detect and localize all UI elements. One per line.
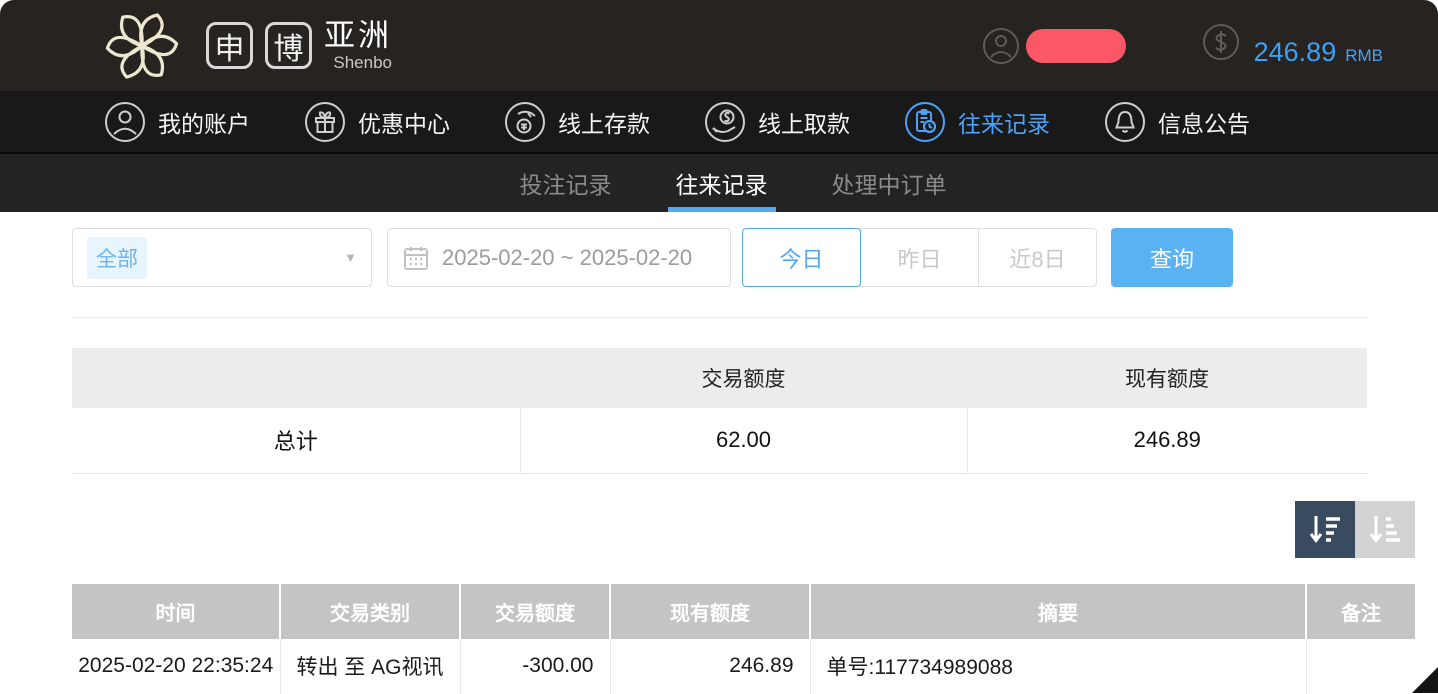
corner-resize-mark (1412, 667, 1438, 693)
type-select[interactable]: 全部 (72, 228, 372, 287)
table-row: 2025-02-20 22:35:24 转出 至 AG视讯 -300.00 24… (72, 639, 1415, 694)
records-header-amount: 交易额度 (460, 584, 610, 639)
date-range-value: 2025-02-20 ~ 2025-02-20 (442, 245, 692, 271)
balance[interactable]: 246.89 RMB (1202, 23, 1383, 68)
nav-item-deposit[interactable]: 线上存款 (504, 101, 650, 143)
account-icon (104, 101, 146, 143)
nav-item-announcements[interactable]: 信息公告 (1104, 101, 1250, 143)
summary-table: 交易额度 现有额度 总计 62.00 246.89 (72, 348, 1367, 474)
sort-controls (0, 501, 1415, 558)
record-balance: 246.89 (610, 639, 810, 694)
nav-item-withdraw[interactable]: 线上取款 (704, 101, 850, 143)
balance-currency: RMB (1345, 46, 1383, 66)
sort-descending-button[interactable] (1295, 501, 1355, 558)
date-range-input[interactable]: 2025-02-20 ~ 2025-02-20 (387, 228, 731, 287)
summary-header-balance: 现有额度 (967, 348, 1367, 408)
main-nav: 我的账户 优惠中心 线上存款 线上取款 (0, 91, 1438, 152)
logo-char-box: 博 (265, 22, 312, 69)
tab-betting-records[interactable]: 投注记录 (488, 154, 644, 212)
filter-row: 全部 2025-02-20 ~ 2025-02-20 今日 昨日 近8日 查询 (72, 228, 1438, 287)
tab-transaction-records[interactable]: 往来记录 (644, 154, 800, 212)
logo-char-box: 申 (206, 22, 253, 69)
logo-subtitle: Shenbo (324, 54, 392, 71)
records-header-row: 时间 交易类别 交易额度 现有额度 摘要 备注 (72, 584, 1415, 639)
summary-header-amount: 交易额度 (520, 348, 967, 408)
top-bar: 申 博 亚洲 Shenbo 246.89 RMB (0, 0, 1438, 91)
records-header-time: 时间 (72, 584, 280, 639)
withdraw-icon (704, 101, 746, 143)
summary-total-label: 总计 (72, 408, 520, 473)
summary-header-row: 交易额度 现有额度 (72, 348, 1367, 408)
nav-item-transaction-records[interactable]: 往来记录 (904, 101, 1050, 143)
record-type: 转出 至 AG视讯 (280, 639, 460, 694)
search-button[interactable]: 查询 (1111, 228, 1233, 287)
nav-item-my-account[interactable]: 我的账户 (104, 101, 250, 143)
summary-total-balance: 246.89 (967, 408, 1367, 473)
sort-ascending-button[interactable] (1355, 501, 1415, 558)
logo-region-text: 亚洲 (324, 20, 392, 51)
summary-header-empty (72, 348, 520, 408)
records-header-type: 交易类别 (280, 584, 460, 639)
promotions-icon (304, 101, 346, 143)
records-icon (904, 101, 946, 143)
tab-pending-orders[interactable]: 处理中订单 (800, 154, 979, 212)
record-note (1306, 639, 1415, 694)
record-summary: 单号:117734989088 (810, 639, 1306, 694)
records-header-balance: 现有额度 (610, 584, 810, 639)
logo-region: 亚洲 Shenbo (324, 20, 392, 71)
sub-tab-strip: 投注记录 往来记录 处理中订单 (0, 152, 1438, 212)
deposit-icon (504, 101, 546, 143)
quick-range-last8days[interactable]: 近8日 (978, 228, 1097, 287)
type-select-value: 全部 (87, 237, 147, 279)
username-masked[interactable] (1026, 29, 1126, 63)
sort-asc-icon (1368, 513, 1402, 545)
records-header-note: 备注 (1306, 584, 1415, 639)
record-time: 2025-02-20 22:35:24 (72, 639, 280, 694)
logo-name-boxes: 申 博 (206, 22, 312, 69)
summary-total-amount: 62.00 (520, 408, 967, 473)
calendar-icon (403, 245, 429, 271)
dollar-icon (1202, 23, 1240, 61)
flower-logo-icon (98, 6, 186, 86)
balance-amount: 246.89 (1254, 37, 1337, 68)
quick-range-today[interactable]: 今日 (742, 228, 861, 287)
sort-desc-icon (1308, 513, 1342, 545)
top-bar-right: 246.89 RMB (982, 23, 1383, 68)
quick-range-group: 今日 昨日 近8日 (742, 228, 1097, 287)
brand-logo[interactable]: 申 博 亚洲 Shenbo (98, 6, 392, 86)
record-amount: -300.00 (460, 639, 610, 694)
nav-item-promotions[interactable]: 优惠中心 (304, 101, 450, 143)
notice-icon (1104, 101, 1146, 143)
caret-down-icon (344, 249, 357, 267)
records-table: 时间 交易类别 交易额度 现有额度 摘要 备注 2025-02-20 22:35… (72, 584, 1415, 694)
section-divider (72, 317, 1367, 318)
quick-range-yesterday[interactable]: 昨日 (860, 228, 979, 287)
user-icon (982, 27, 1020, 65)
summary-total-row: 总计 62.00 246.89 (72, 408, 1367, 473)
records-header-summary: 摘要 (810, 584, 1306, 639)
